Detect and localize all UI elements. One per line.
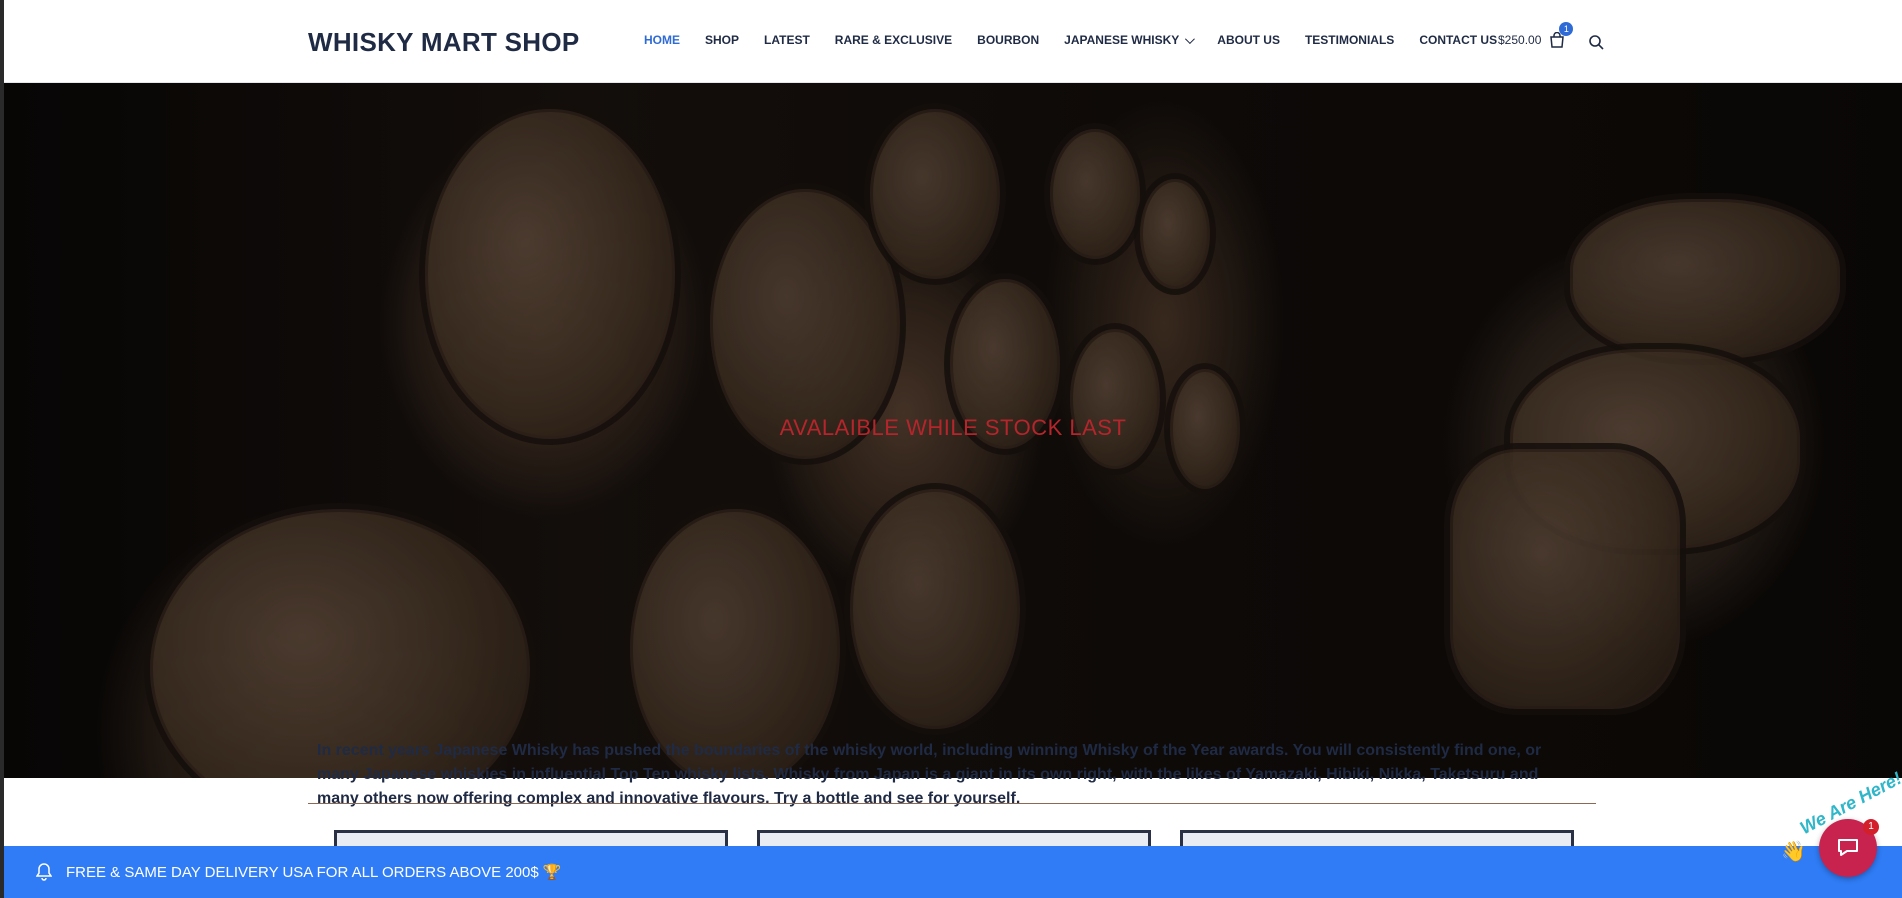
nav-rare-exclusive[interactable]: RARE & EXCLUSIVE [835,33,952,47]
chat-icon [1835,834,1861,863]
chat-unread-badge: 1 [1863,819,1879,835]
bell-icon [35,863,53,881]
nav-japanese-whisky[interactable]: JAPANESE WHISKY [1064,33,1196,47]
nav-latest[interactable]: LATEST [764,33,810,47]
waving-hand-icon: 👋 [1781,841,1806,863]
cart-icon: 1 [1549,22,1574,48]
nav-contact-us[interactable]: CONTACT US [1419,33,1497,47]
search-icon[interactable] [1588,34,1604,50]
notice-text: FREE & SAME DAY DELIVERY USA FOR ALL ORD… [66,864,562,881]
chevron-down-icon [1185,33,1196,44]
nav-home[interactable]: HOME [644,33,680,47]
hero-title: AVALAIBLE WHILE STOCK LAST [779,415,1127,440]
section-divider [308,803,1596,804]
chat-widget: We Are Here! 👋 1 [1775,768,1902,898]
notice-bar: FREE & SAME DAY DELIVERY USA FOR ALL ORD… [4,846,1902,898]
main-nav: HOME SHOP LATEST RARE & EXCLUSIVE BOURBO… [644,33,1497,47]
nav-bourbon[interactable]: BOURBON [977,33,1039,47]
hero-banner: AVALAIBLE WHILE STOCK LAST [4,83,1902,778]
site-header: WHISKY MART SHOP HOME SHOP LATEST RARE &… [4,0,1902,83]
cart-count-badge: 1 [1559,22,1574,36]
nav-testimonials[interactable]: TESTIMONIALS [1305,33,1394,47]
cart-link[interactable]: $250.00 1 [1498,22,1574,48]
nav-japanese-whisky-label: JAPANESE WHISKY [1064,33,1180,47]
page-edge [0,0,4,898]
site-logo[interactable]: WHISKY MART SHOP [308,27,580,58]
intro-paragraph: In recent years Japanese Whisky has push… [317,742,1542,807]
cart-total: $250.00 [1498,33,1542,47]
nav-about-us[interactable]: ABOUT US [1217,33,1280,47]
nav-shop[interactable]: SHOP [705,33,739,47]
